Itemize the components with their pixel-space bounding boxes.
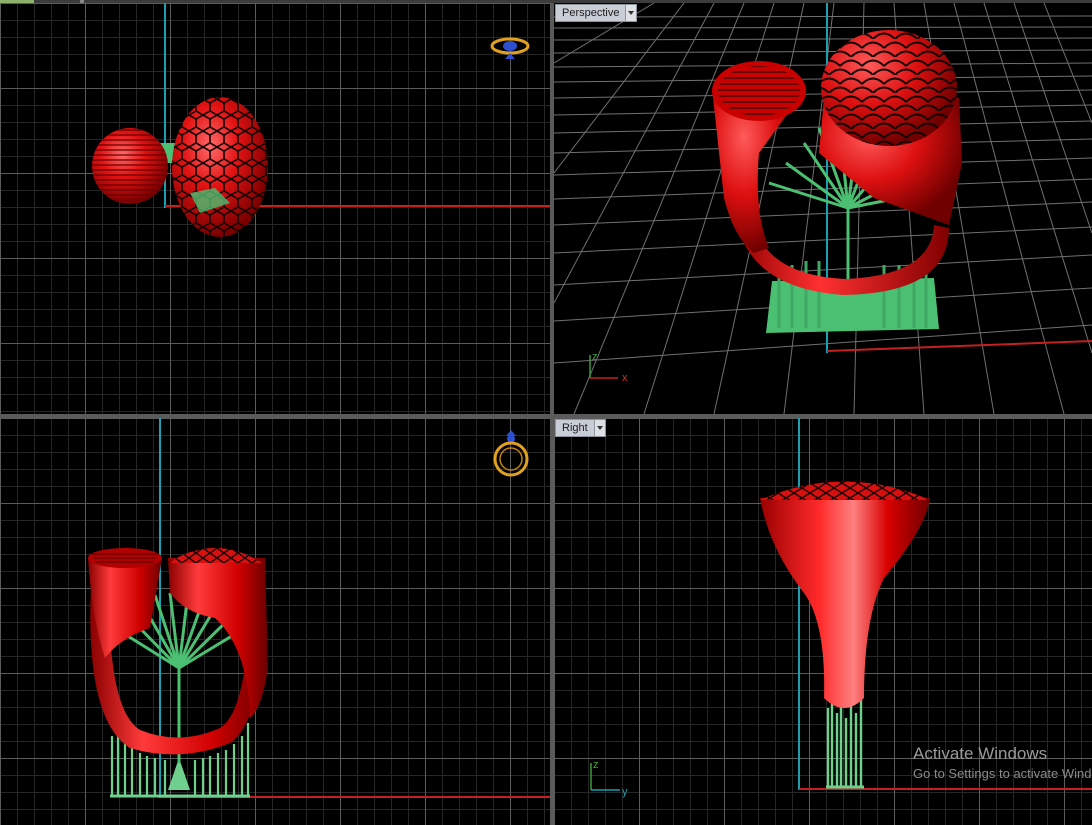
- top-view-scene: [92, 3, 550, 237]
- large-dome-lattice: [172, 97, 268, 237]
- axis-label-z: z: [592, 351, 598, 363]
- gumball-widget[interactable]: [490, 33, 530, 61]
- viewport-right[interactable]: z y Right: [554, 418, 1092, 825]
- viewport-top[interactable]: [0, 3, 550, 414]
- x-axis-line: [826, 340, 1092, 352]
- viewport-perspective[interactable]: z x Perspective: [554, 3, 1092, 414]
- perspective-grid: [554, 3, 1092, 414]
- viewport-title-text: Perspective: [562, 7, 620, 19]
- right-view-scene: z y: [590, 418, 1092, 798]
- perspective-scene: z x: [554, 3, 1092, 414]
- viewport-menu-dropdown-icon[interactable]: [593, 420, 605, 436]
- cone-left-ridges: [718, 66, 800, 116]
- front-view-scene: [88, 418, 550, 798]
- dome-top-lattice: [760, 481, 930, 500]
- axis-label-x: x: [622, 372, 628, 384]
- viewport-title-right[interactable]: Right: [555, 419, 606, 437]
- axis-label-z: z: [593, 759, 599, 771]
- cone-body: [760, 498, 930, 708]
- dome-right-lattice: [168, 548, 262, 563]
- axis-label-y: y: [622, 786, 628, 798]
- support-pins: [826, 698, 863, 788]
- gumball-ring-widget[interactable]: [490, 426, 532, 482]
- viewport-title-perspective[interactable]: Perspective: [555, 4, 638, 22]
- viewport-menu-dropdown-icon[interactable]: [625, 5, 637, 21]
- viewport-title-text: Right: [562, 422, 588, 434]
- dome-right-lattice: [821, 30, 957, 146]
- viewport-front[interactable]: [0, 418, 550, 825]
- small-dome-ridges: [92, 128, 168, 204]
